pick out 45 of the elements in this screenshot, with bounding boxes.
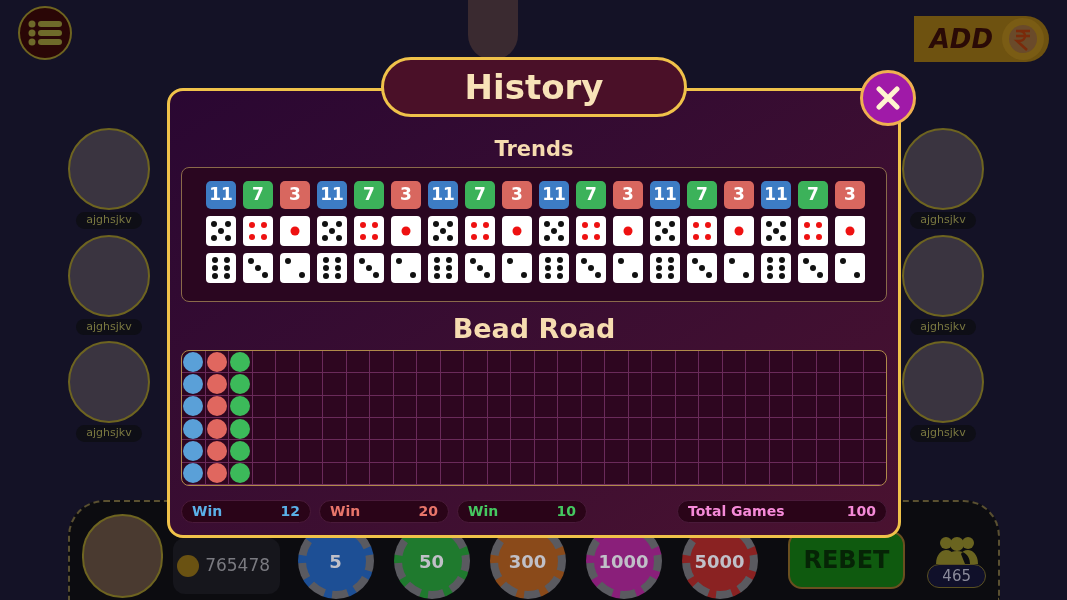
balance-amount: 765478 [205,554,271,578]
add-button[interactable]: ADD [913,16,1049,62]
sum-badge: 11 [539,181,569,209]
player-name: ajghsjkv [910,212,976,229]
sum-badge: 7 [354,181,384,209]
stat-label: Total Games [688,502,785,521]
menu-button[interactable] [18,6,72,60]
close-button[interactable] [860,70,916,126]
bead-road-heading: Bead Road [452,312,616,346]
sum-badge: 7 [465,181,495,209]
close-icon [876,86,900,110]
sum-badge: 11 [650,181,680,209]
stat-value: 12 [280,502,300,521]
player-name: ajghsjkv [76,318,142,335]
player-name: ajghsjkv [76,212,142,229]
stat-value: 100 [846,502,876,521]
stat-label: Win [330,502,361,521]
sum-badge: 11 [206,181,236,209]
sum-badge: 3 [613,181,643,209]
stat-label: Win [468,502,499,521]
player-name: ajghsjkv [910,425,976,442]
dialog-title: History [381,57,687,117]
player-name: ajghsjkv [76,425,142,442]
stat-label: Win [192,502,223,521]
player-name: ajghsjkv [910,318,976,335]
sum-badge: 3 [502,181,532,209]
sum-badge: 3 [280,181,310,209]
dealer-photo-placeholder [467,0,518,60]
sum-badge: 7 [687,181,717,209]
sum-badge: 7 [576,181,606,209]
stat-value: 10 [556,502,576,521]
menu-icon [28,20,62,46]
trends-heading: Trends [494,136,574,163]
sum-badge: 11 [428,181,458,209]
rupee-coin-icon [1001,17,1045,61]
sum-badge: 3 [724,181,754,209]
sum-badge: 11 [317,181,347,209]
stat-value: 20 [418,502,438,521]
rupee-coin-icon [177,555,200,577]
sum-badge: 3 [391,181,421,209]
sum-badge: 7 [243,181,273,209]
sum-badge: 7 [798,181,828,209]
online-count: 465 [927,563,986,589]
sum-badge: 3 [835,181,865,209]
sum-badge: 11 [761,181,791,209]
